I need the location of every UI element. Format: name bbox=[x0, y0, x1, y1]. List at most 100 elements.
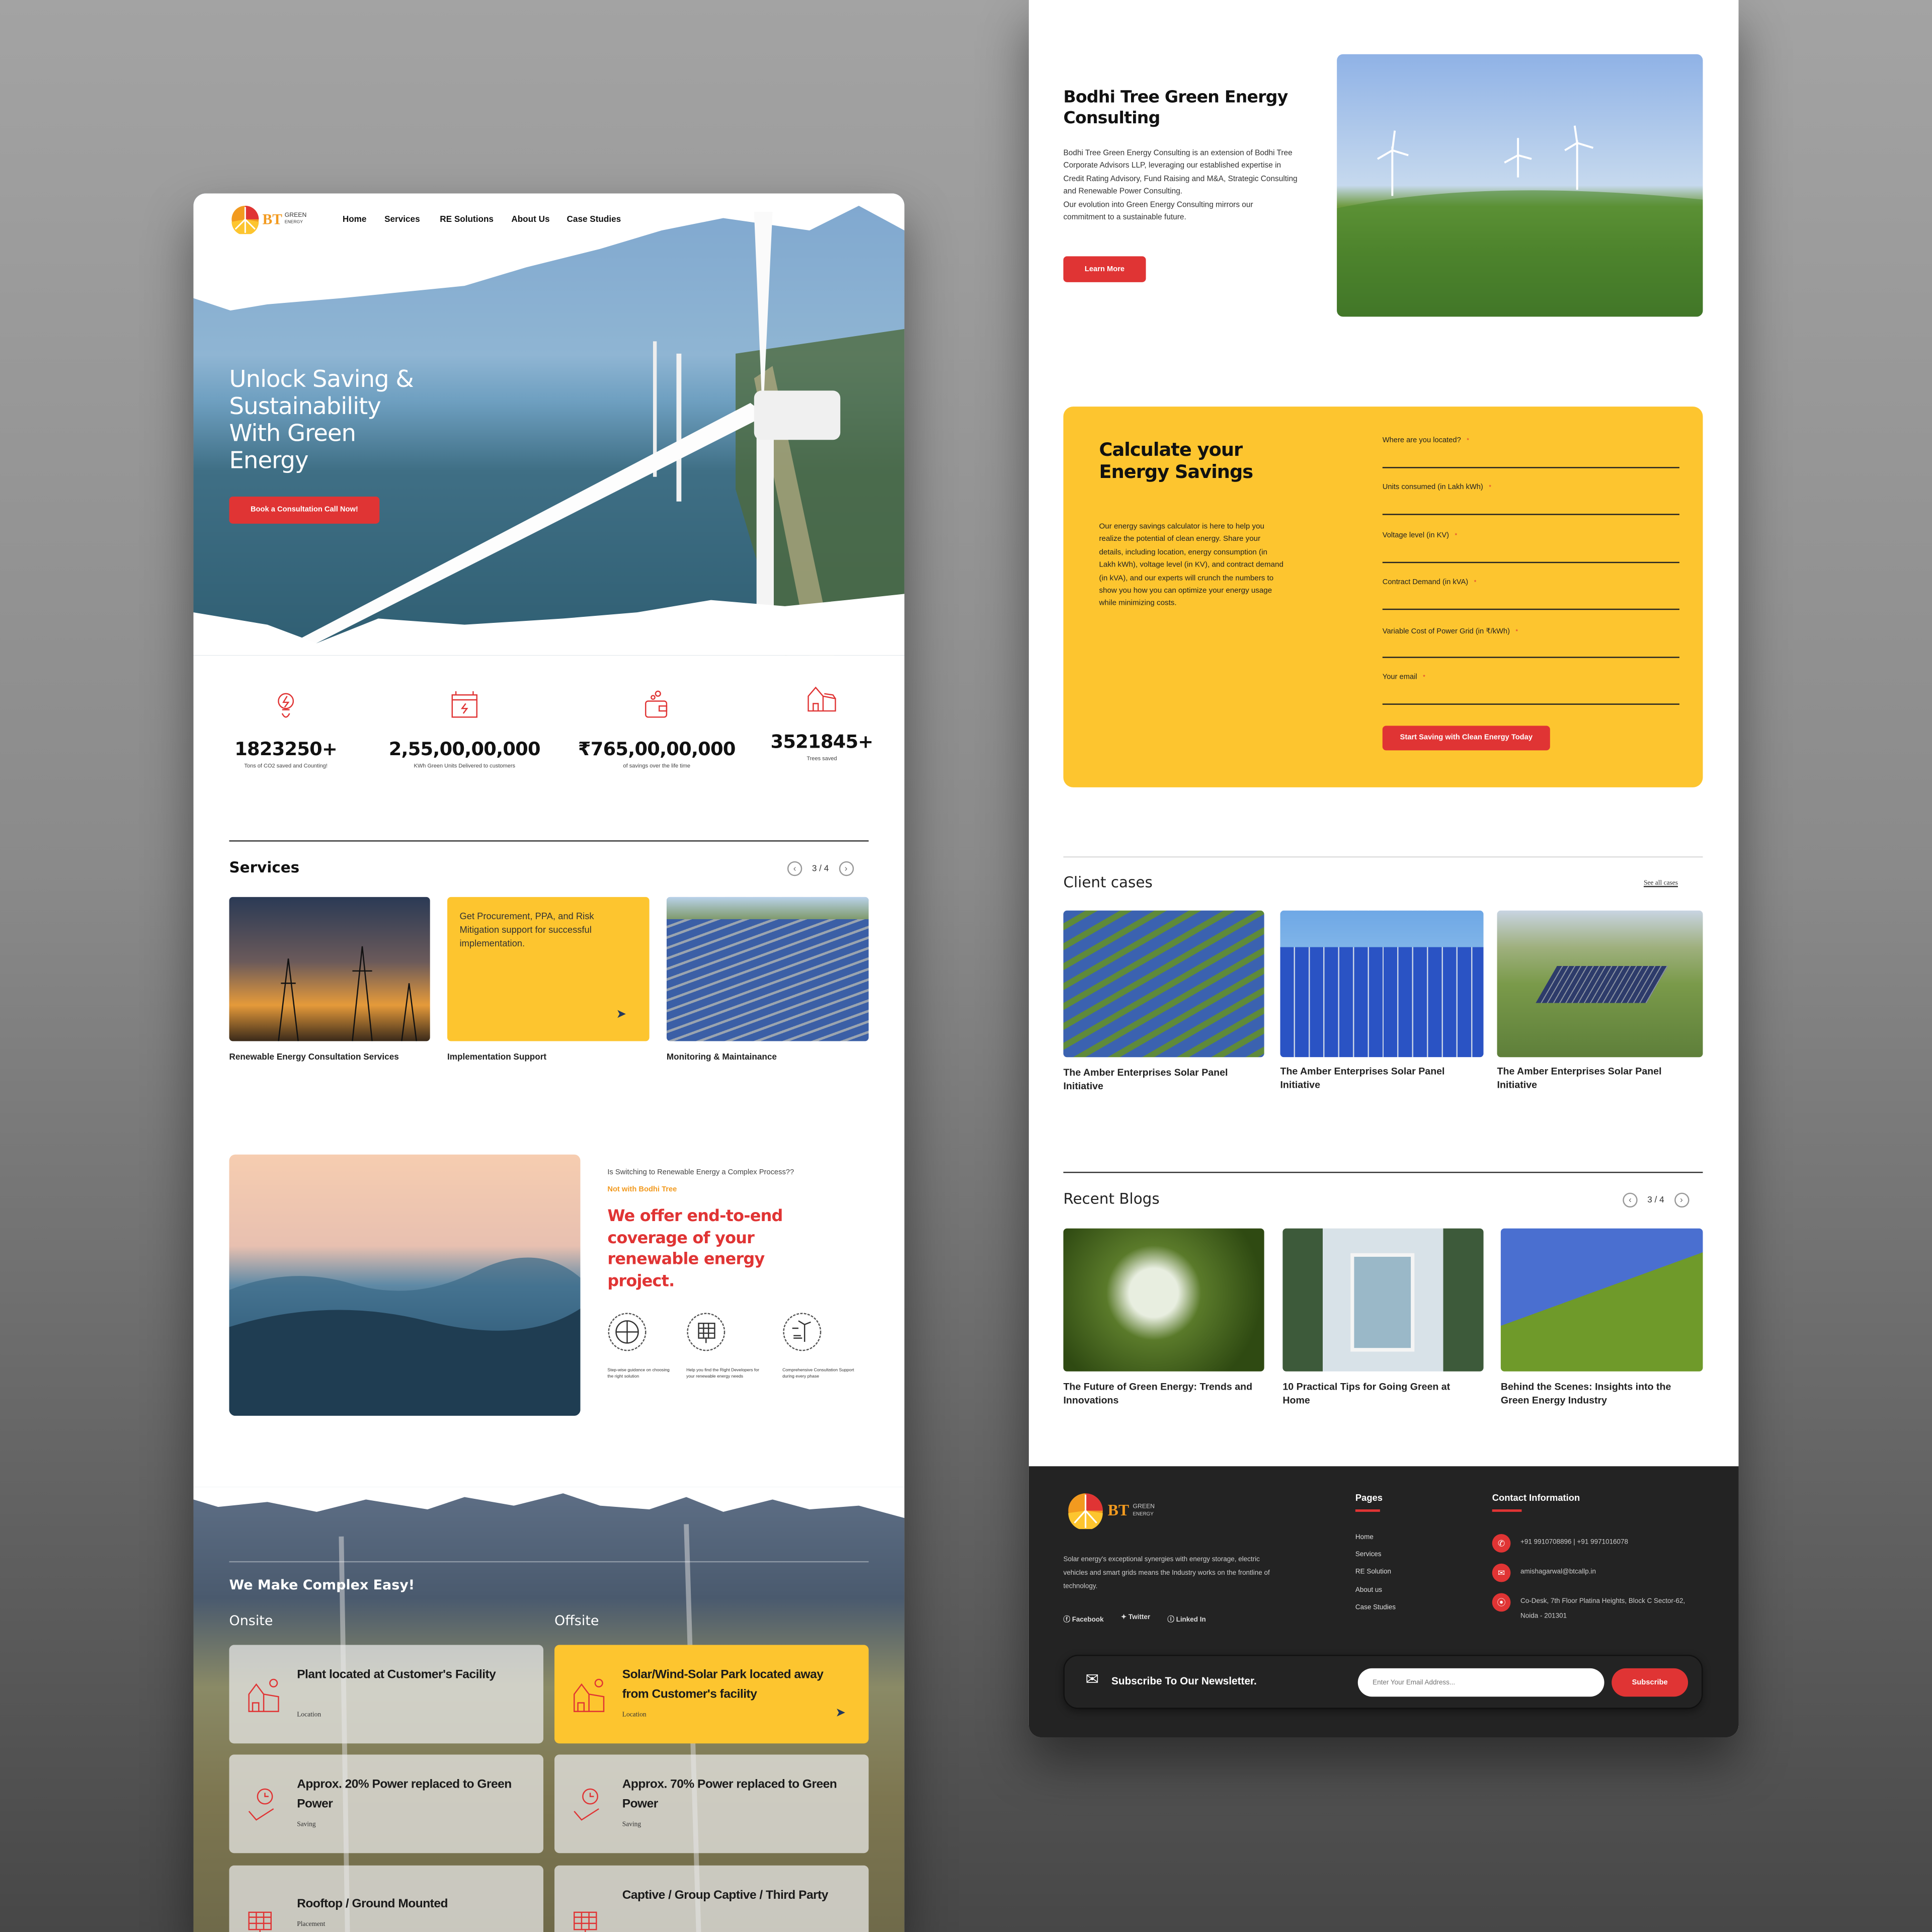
offsite-location-card[interactable]: Solar/Wind-Solar Park located away from … bbox=[554, 1645, 869, 1744]
client-case-title[interactable]: The Amber Enterprises Solar Panel Initia… bbox=[1497, 1066, 1670, 1091]
learn-more-button[interactable]: Learn More bbox=[1063, 256, 1146, 282]
process-headline: We offer end-to-end coverage of your ren… bbox=[607, 1208, 783, 1291]
card-subtitle: Saving bbox=[622, 1821, 641, 1829]
offsite-placement-card[interactable]: Captive / Group Captive / Third Party bbox=[554, 1865, 869, 1932]
logo-sub: GREEN bbox=[1133, 1503, 1155, 1511]
logo[interactable]: BT GREEN ENERGY bbox=[230, 205, 306, 234]
start-saving-button[interactable]: Start Saving with Clean Energy Today bbox=[1382, 726, 1550, 751]
calculator-input[interactable] bbox=[1382, 591, 1679, 608]
footer-link-case-studies[interactable]: Case Studies bbox=[1355, 1604, 1396, 1612]
required-mark: * bbox=[1455, 532, 1458, 540]
offsite-saving-card[interactable]: Approx. 70% Power replaced to Green Powe… bbox=[554, 1754, 869, 1854]
footer-link-about[interactable]: About us bbox=[1355, 1587, 1382, 1594]
calculator-input[interactable] bbox=[1382, 686, 1679, 702]
nav-re-solutions[interactable]: RE Solutions bbox=[440, 216, 494, 224]
calculator-input[interactable] bbox=[1382, 449, 1679, 466]
footer-link-home[interactable]: Home bbox=[1355, 1534, 1374, 1542]
contact-address: Co-Desk, 7th Floor Platina Heights, Bloc… bbox=[1520, 1598, 1685, 1621]
required-mark: * bbox=[1474, 579, 1477, 587]
title-underline bbox=[1355, 1509, 1380, 1512]
footer-logo[interactable]: BT GREEN ENERGY bbox=[1067, 1492, 1155, 1530]
blog-title[interactable]: 10 Practical Tips for Going Green at Hom… bbox=[1282, 1381, 1467, 1407]
footer-link-services[interactable]: Services bbox=[1355, 1551, 1382, 1559]
facebook-link[interactable]: ⓕ Facebook bbox=[1063, 1614, 1103, 1624]
blog-title[interactable]: The Future of Green Energy: Trends and I… bbox=[1063, 1381, 1260, 1407]
contact-phone[interactable]: +91 9910708896 | +91 9971016078 bbox=[1520, 1535, 1628, 1550]
card-subtitle: Location bbox=[622, 1711, 647, 1719]
service-label[interactable]: Renewable Energy Consultation Services bbox=[229, 1052, 399, 1063]
card-title: Solar/Wind-Solar Park located away from … bbox=[622, 1668, 824, 1702]
offsite-heading: Offsite bbox=[554, 1613, 599, 1629]
field-label: Units consumed (in Lakh kWh) bbox=[1382, 484, 1483, 492]
client-case-image[interactable] bbox=[1280, 910, 1484, 1058]
calculator-input[interactable] bbox=[1382, 496, 1679, 513]
service-card-overlay-text: Get Procurement, PPA, and Risk Mitigatio… bbox=[459, 910, 594, 949]
next-arrow-icon[interactable]: › bbox=[1674, 1192, 1689, 1208]
logo-sub: ENERGY bbox=[1133, 1510, 1154, 1517]
calculator-field[interactable]: Units consumed (in Lakh kWh) * bbox=[1382, 484, 1679, 515]
blog-image[interactable] bbox=[1063, 1228, 1264, 1372]
client-cases-title: Client cases bbox=[1063, 873, 1153, 891]
newsletter-email-input[interactable] bbox=[1357, 1668, 1604, 1697]
twitter-link[interactable]: ✦ Twitter bbox=[1121, 1614, 1150, 1624]
onsite-location-card[interactable]: Plant located at Customer's Facility Loc… bbox=[229, 1645, 544, 1744]
field-label: Voltage level (in KV) bbox=[1382, 532, 1450, 540]
homepage-right-panel: Bodhi Tree Green Energy Consulting Bodhi… bbox=[1028, 0, 1739, 1738]
blog-title[interactable]: Behind the Scenes: Insights into the Gre… bbox=[1501, 1381, 1698, 1407]
client-case-image[interactable] bbox=[1497, 910, 1703, 1058]
prev-arrow-icon[interactable]: ‹ bbox=[787, 861, 802, 876]
required-mark: * bbox=[1467, 437, 1469, 445]
field-label: Where are you located? bbox=[1382, 437, 1461, 445]
contact-email[interactable]: amishagarwal@btcallp.in bbox=[1520, 1565, 1596, 1579]
calculator-title: Calculate your Energy Savings bbox=[1099, 438, 1253, 482]
nav-about-us[interactable]: About Us bbox=[511, 216, 549, 224]
divider bbox=[1063, 1171, 1703, 1173]
calculator-input[interactable] bbox=[1382, 544, 1679, 561]
field-label: Your email bbox=[1382, 674, 1417, 682]
stat-label: Trees saved bbox=[807, 755, 837, 762]
see-all-cases-link[interactable]: See all cases bbox=[1644, 880, 1678, 888]
client-case-title[interactable]: The Amber Enterprises Solar Panel Initia… bbox=[1280, 1066, 1453, 1091]
service-card-consultation[interactable] bbox=[229, 897, 430, 1041]
process-question: Is Switching to Renewable Energy a Compl… bbox=[607, 1169, 794, 1177]
calculator-field[interactable]: Voltage level (in KV) * bbox=[1382, 532, 1679, 564]
onsite-saving-card[interactable]: Approx. 20% Power replaced to Green Powe… bbox=[229, 1754, 544, 1854]
stat-kwh: 2,55,00,00,000 KWh Green Units Delivered… bbox=[378, 689, 551, 769]
service-label[interactable]: Monitoring & Maintainance bbox=[667, 1052, 777, 1063]
nav-home[interactable]: Home bbox=[343, 216, 367, 224]
next-arrow-icon[interactable]: › bbox=[838, 861, 854, 876]
consulting-title: Bodhi Tree Green Energy Consulting bbox=[1063, 87, 1288, 128]
stat-savings: ₹765,00,00,000 of savings over the life … bbox=[571, 689, 743, 769]
logo-mark-icon bbox=[1068, 1493, 1103, 1530]
calculator-body: Our energy savings calculator is here to… bbox=[1099, 522, 1283, 608]
subscribe-button[interactable]: Subscribe bbox=[1612, 1668, 1688, 1697]
linkedin-link[interactable]: ⓘ Linked In bbox=[1167, 1614, 1205, 1624]
consulting-paragraph: Our evolution into Green Energy Consulti… bbox=[1063, 200, 1253, 222]
calculator-field[interactable]: Variable Cost of Power Grid (in ₹/kWh) * bbox=[1382, 627, 1679, 658]
client-case-image[interactable] bbox=[1063, 910, 1264, 1058]
client-case-title[interactable]: The Amber Enterprises Solar Panel Initia… bbox=[1063, 1067, 1236, 1093]
calculator-field[interactable]: Where are you located? * bbox=[1382, 437, 1679, 468]
service-card-monitoring[interactable] bbox=[666, 897, 869, 1041]
onsite-placement-card[interactable]: Rooftop / Ground Mounted Placement bbox=[229, 1865, 544, 1932]
card-title: Rooftop / Ground Mounted bbox=[297, 1897, 448, 1911]
headline-line: Unlock Saving & bbox=[229, 366, 414, 393]
footer-link-re-solution[interactable]: RE Solution bbox=[1355, 1569, 1391, 1576]
field-underline bbox=[1382, 561, 1679, 564]
calculator-input[interactable] bbox=[1382, 639, 1679, 656]
solar-house-icon bbox=[574, 1678, 605, 1712]
card-title: Plant located at Customer's Facility bbox=[297, 1668, 496, 1682]
nav-services[interactable]: Services bbox=[384, 216, 420, 224]
blog-image[interactable] bbox=[1500, 1228, 1703, 1372]
service-label[interactable]: Implementation Support bbox=[447, 1052, 546, 1063]
calculator-field[interactable]: Contract Demand (in kVA) * bbox=[1382, 579, 1679, 610]
onsite-heading: Onsite bbox=[229, 1613, 273, 1629]
service-card-implementation[interactable]: Get Procurement, PPA, and Risk Mitigatio… bbox=[447, 897, 650, 1041]
calculator-field[interactable]: Your email * bbox=[1382, 674, 1679, 705]
blog-image[interactable] bbox=[1282, 1228, 1484, 1372]
nav-case-studies[interactable]: Case Studies bbox=[567, 216, 621, 224]
prev-arrow-icon[interactable]: ‹ bbox=[1623, 1192, 1638, 1208]
logo-mark-icon bbox=[231, 205, 259, 234]
book-consultation-button[interactable]: Book a Consultation Call Now! bbox=[229, 496, 380, 524]
divider bbox=[229, 1561, 869, 1563]
